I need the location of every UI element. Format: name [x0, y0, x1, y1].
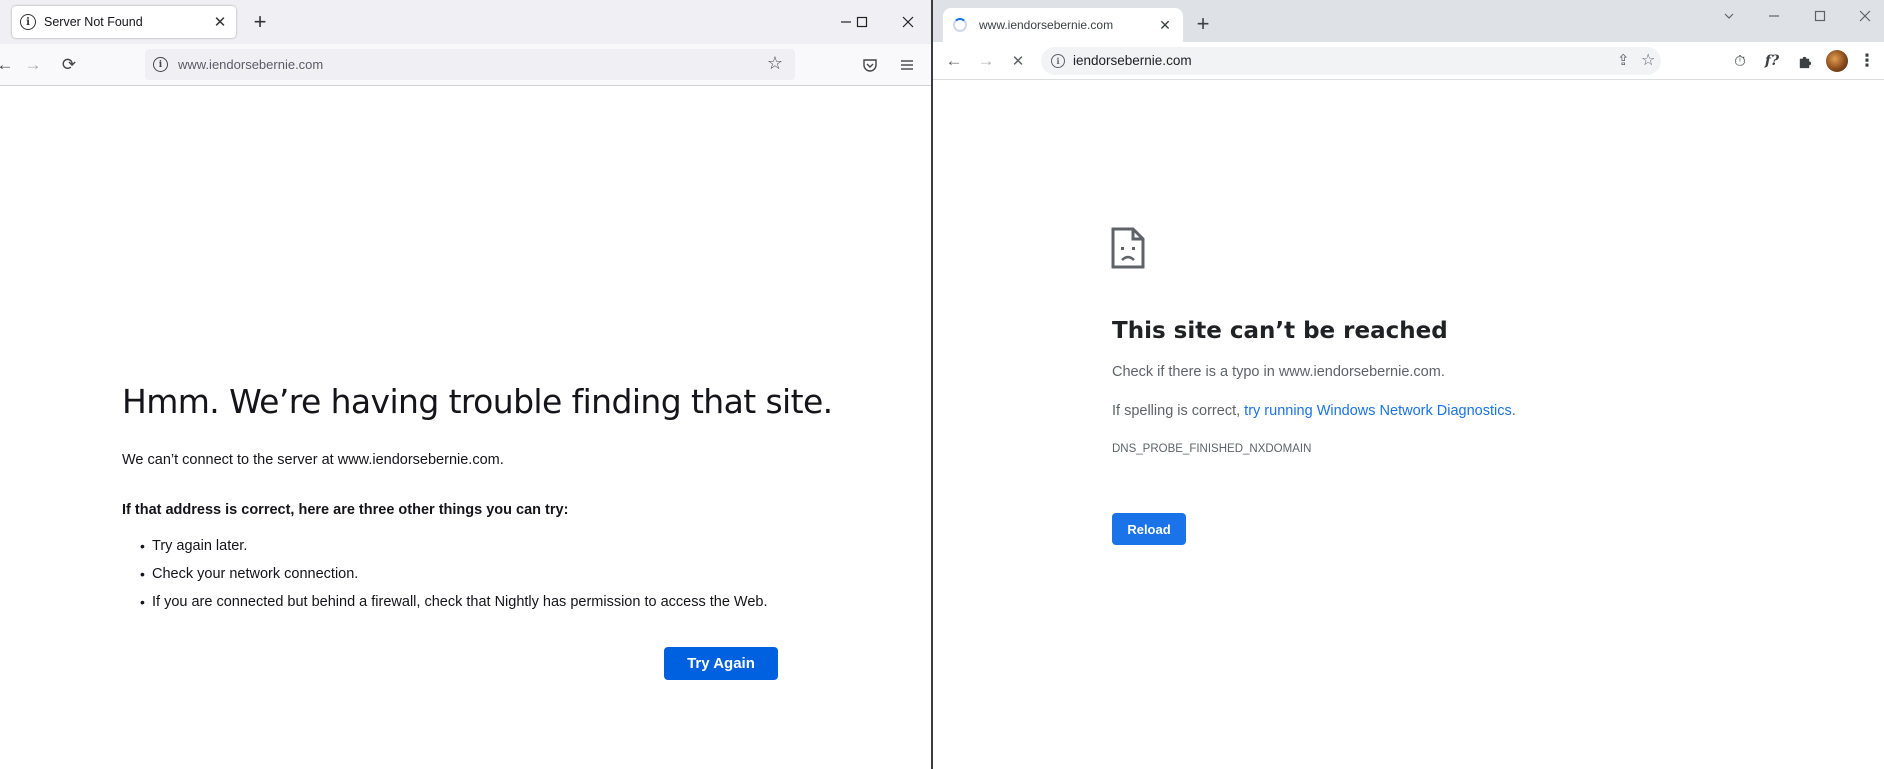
firefox-nav-bar: ← → ⟳ i www.iendorsebernie.com ☆ [0, 44, 931, 86]
forward-icon[interactable]: → [22, 54, 44, 76]
fx-extension-icon[interactable]: f? [1761, 50, 1783, 72]
maximize-icon[interactable] [1810, 6, 1830, 26]
close-window-icon[interactable] [898, 12, 918, 32]
omnibox[interactable]: i iendorsebernie.com ⇪ ☆ [1041, 47, 1661, 75]
bullet: • [140, 566, 145, 582]
maximize-icon[interactable] [852, 12, 872, 32]
suggestion-text: Check your network connection. [152, 566, 359, 582]
firefox-tab[interactable]: i Server Not Found ✕ [12, 6, 236, 38]
diagnostics-suffix: . [1511, 403, 1516, 419]
chrome-error-page: This site can’t be reached Check if ther… [933, 80, 1884, 769]
forward-icon[interactable]: → [975, 50, 997, 72]
diagnostics-prefix: If spelling is correct, [1112, 403, 1245, 419]
suggestion-text: Try again later. [152, 538, 248, 554]
pocket-icon[interactable] [859, 54, 881, 76]
info-icon: i [20, 14, 36, 30]
loading-spinner-icon [953, 18, 967, 32]
new-tab-button[interactable]: + [248, 10, 272, 34]
error-heading: Hmm. We’re having trouble finding that s… [122, 382, 833, 421]
bookmark-star-icon[interactable]: ☆ [767, 53, 783, 74]
chrome-tab[interactable]: www.iendorsebernie.com ✕ [943, 8, 1183, 42]
site-info-icon[interactable]: i [153, 57, 168, 72]
error-code: DNS_PROBE_FINISHED_NXDOMAIN [1112, 443, 1312, 455]
tab-search-icon[interactable] [1719, 6, 1739, 26]
puzzle-extensions-icon[interactable] [1793, 50, 1815, 72]
diagnostics-hint: If spelling is correct, try running Wind… [1112, 403, 1516, 419]
firefox-window: i Server Not Found ✕ + ← → ⟳ i www.iendo… [0, 0, 931, 769]
list-item: • Check your network connection. [122, 560, 768, 588]
url-text[interactable]: www.iendorsebernie.com [178, 57, 323, 72]
back-icon[interactable]: ← [943, 50, 965, 72]
hamburger-menu-icon[interactable] [896, 54, 918, 76]
firefox-tab-title: Server Not Found [44, 15, 143, 29]
minimize-icon[interactable] [1764, 6, 1784, 26]
bullet: • [140, 538, 145, 554]
reload-button[interactable]: Reload [1112, 513, 1186, 545]
kebab-menu-icon[interactable]: ⋮ [1856, 50, 1878, 72]
bookmark-star-icon[interactable]: ☆ [1641, 50, 1655, 70]
address-bar[interactable]: i www.iendorsebernie.com ☆ [145, 49, 795, 80]
bullet: • [140, 594, 145, 610]
firefox-tab-bar: i Server Not Found ✕ + [0, 0, 931, 44]
reload-icon[interactable]: ⟳ [58, 54, 80, 76]
list-item: • If you are connected but behind a firew… [122, 588, 768, 616]
chrome-tab-title: www.iendorsebernie.com [979, 18, 1114, 32]
chrome-toolbar: ← → ✕ i iendorsebernie.com ⇪ ☆ ⏱ f? ⋮ [933, 42, 1884, 80]
sad-page-icon [1111, 227, 1145, 274]
close-tab-icon[interactable]: ✕ [1157, 17, 1173, 34]
profile-avatar[interactable] [1826, 50, 1848, 72]
site-info-icon[interactable]: i [1051, 54, 1065, 68]
url-text[interactable]: iendorsebernie.com [1073, 53, 1192, 68]
list-item: • Try again later. [122, 532, 768, 560]
timer-extension-icon[interactable]: ⏱ [1729, 50, 1751, 72]
error-description: We can’t connect to the server at www.ie… [122, 452, 504, 468]
firefox-error-page: Hmm. We’re having trouble finding that s… [0, 86, 931, 769]
try-again-button[interactable]: Try Again [664, 647, 778, 680]
error-heading: This site can’t be reached [1112, 318, 1448, 344]
share-icon[interactable]: ⇪ [1617, 51, 1630, 69]
stop-loading-icon[interactable]: ✕ [1007, 50, 1029, 72]
chrome-tab-bar: www.iendorsebernie.com ✕ + [933, 0, 1884, 42]
chrome-window: www.iendorsebernie.com ✕ + ← → ✕ i iendo… [933, 0, 1884, 769]
network-diagnostics-link[interactable]: try running Windows Network Diagnostics [1244, 403, 1512, 419]
close-tab-icon[interactable]: ✕ [212, 13, 228, 31]
suggestion-text: If you are connected but behind a firewa… [152, 594, 768, 610]
back-icon[interactable]: ← [0, 54, 16, 76]
typo-hint: Check if there is a typo in www.iendorse… [1112, 364, 1445, 380]
suggestions-list: • Try again later. • Check your network co… [122, 532, 768, 616]
close-window-icon[interactable] [1855, 6, 1875, 26]
suggestions-heading: If that address is correct, here are thr… [122, 502, 569, 518]
new-tab-button[interactable]: + [1191, 12, 1215, 36]
